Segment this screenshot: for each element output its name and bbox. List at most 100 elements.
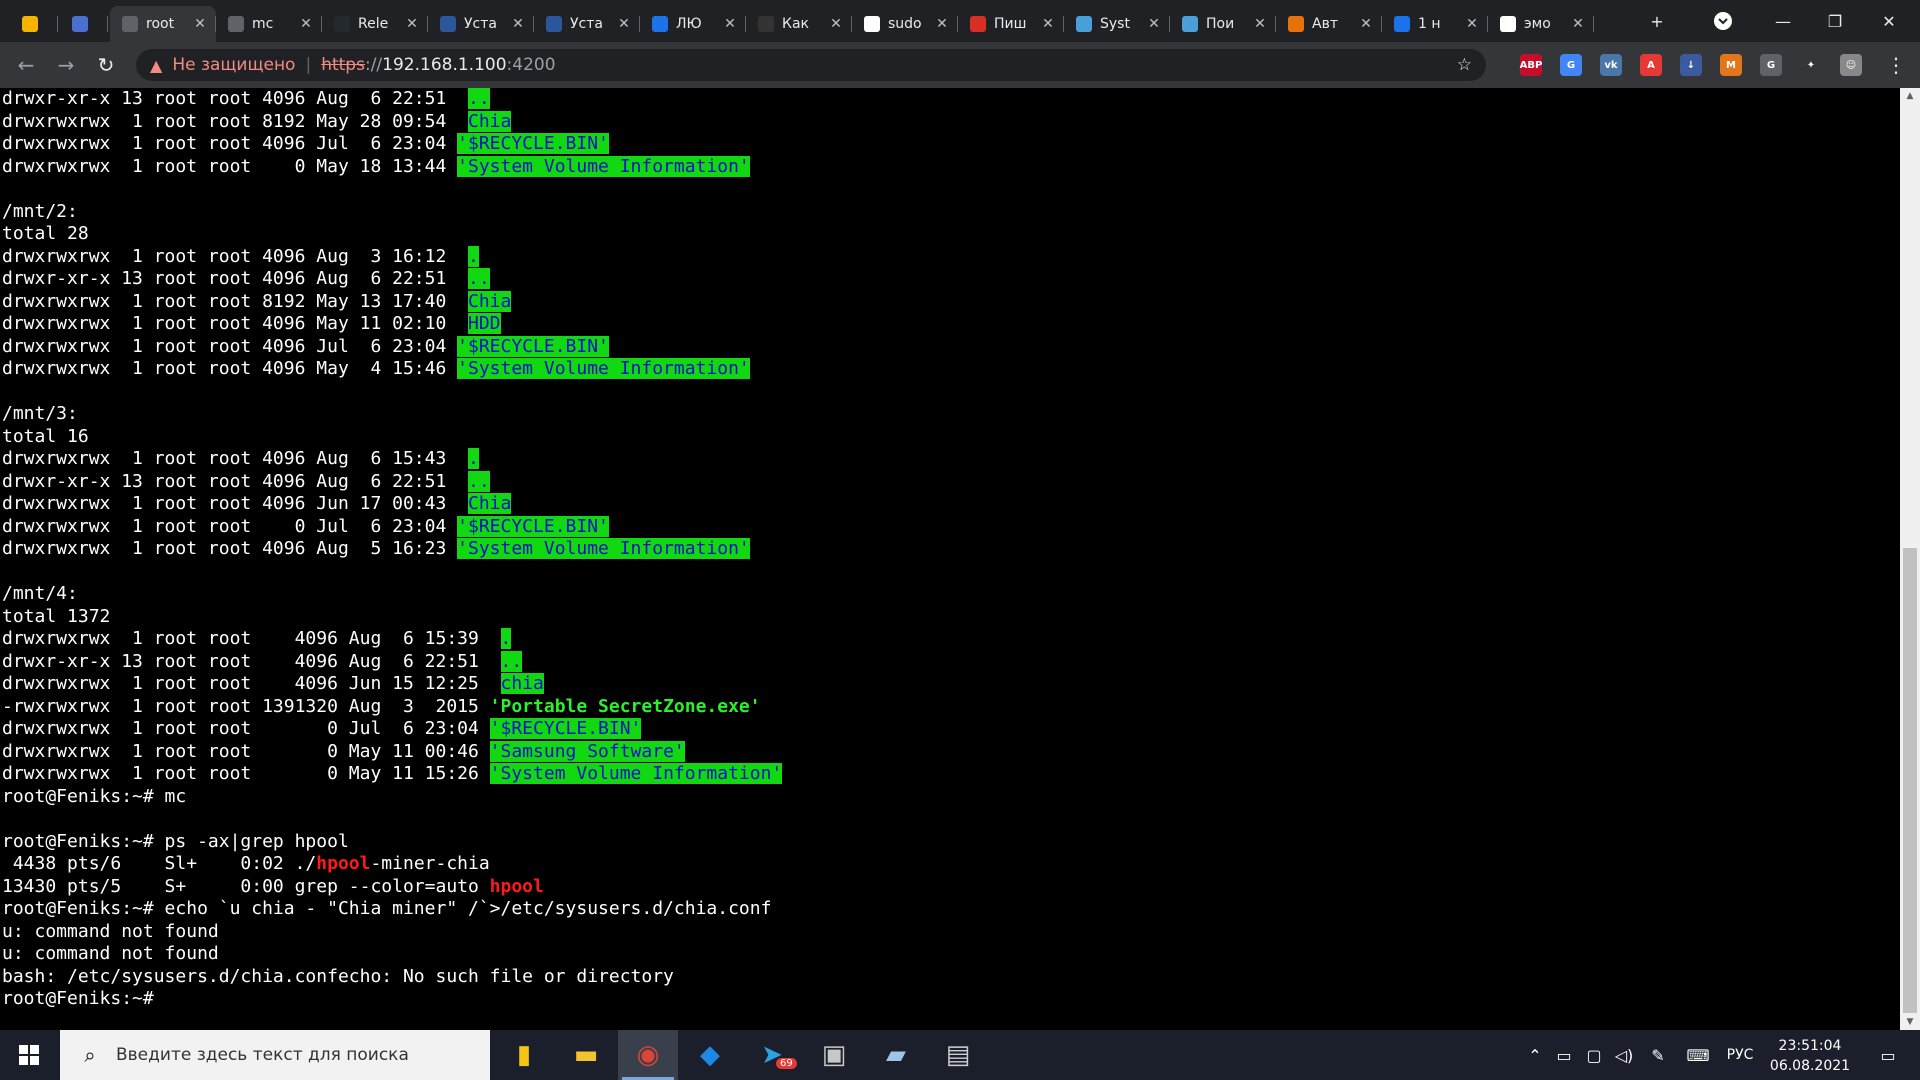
tab-close-icon[interactable]: ✕: [298, 16, 314, 32]
tab-7[interactable]: ЛЮ ✕: [640, 6, 746, 42]
browser-toolbar: ← → ↻ ▲ Не защищено | https://192.168.1.…: [0, 42, 1920, 88]
tab-5[interactable]: Уста ✕: [428, 6, 534, 42]
terminal-line: drwxrwxrwx 1 root root 4096 Jul 6 23:04 …: [2, 335, 609, 357]
tab-11[interactable]: Syst ✕: [1064, 6, 1170, 42]
tab-close-icon[interactable]: ✕: [1464, 16, 1480, 32]
tab-close-icon[interactable]: ✕: [1358, 16, 1374, 32]
terminal-line: root@Feniks:~#: [2, 988, 165, 1009]
terminal-window[interactable]: drwxr-xr-x 13 root root 4096 Aug 6 22:51…: [0, 88, 1900, 1030]
tab-4[interactable]: Rele ✕: [322, 6, 428, 42]
tab-close-icon[interactable]: ✕: [828, 16, 844, 32]
browser-menu-button[interactable]: ⋮: [1882, 51, 1910, 79]
notifications-icon[interactable]: ▭: [1868, 1030, 1908, 1080]
extension-icon[interactable]: vk: [1600, 54, 1622, 76]
tab-12[interactable]: Пои ✕: [1170, 6, 1276, 42]
back-button[interactable]: ←: [12, 51, 40, 79]
tab-close-icon[interactable]: ✕: [1146, 16, 1162, 32]
battery-icon[interactable]: ▭: [1552, 1030, 1576, 1080]
terminal-text: drwxrwxrwx 1 root root 4096 Jun 15 12:25: [2, 673, 501, 694]
taskbar-app-0[interactable]: ▮: [494, 1030, 554, 1080]
extension-icon[interactable]: ☺: [1840, 54, 1862, 76]
pen-icon[interactable]: ✎: [1646, 1030, 1670, 1080]
tab-6[interactable]: Уста ✕: [534, 6, 640, 42]
language-indicator[interactable]: РУС: [1722, 1030, 1758, 1080]
extension-icon[interactable]: ✦: [1800, 54, 1822, 76]
tab-close-icon[interactable]: ✕: [934, 16, 950, 32]
tab-close-icon[interactable]: ✕: [722, 16, 738, 32]
tab-8[interactable]: Как ✕: [746, 6, 852, 42]
extension-icon[interactable]: ABP: [1520, 54, 1542, 76]
tab-3[interactable]: mc ✕: [216, 6, 322, 42]
extension-icon[interactable]: G: [1760, 54, 1782, 76]
terminal-line: /mnt/4:: [2, 583, 78, 604]
system-clock[interactable]: 23:51:04 06.08.2021: [1760, 1036, 1860, 1076]
directory-name: Chia: [468, 290, 512, 312]
google-icon: [1500, 16, 1516, 32]
extension-icon[interactable]: M: [1720, 54, 1742, 76]
taskbar-app-2[interactable]: ◉: [618, 1030, 678, 1080]
terminal-text: /mnt/3:: [2, 403, 78, 424]
tab-close-icon[interactable]: ✕: [1252, 16, 1268, 32]
tab-0[interactable]: [10, 6, 58, 42]
tab-10[interactable]: Пиш ✕: [958, 6, 1064, 42]
tab-9[interactable]: sudo ✕: [852, 6, 958, 42]
terminal-line: drwxrwxrwx 1 root root 4096 Aug 3 16:12 …: [2, 245, 479, 267]
taskbar-app-1[interactable]: ▬: [556, 1030, 616, 1080]
terminal-text: drwxrwxrwx 1 root root 0 Jul 6 23:04: [2, 718, 490, 739]
taskbar-app-6[interactable]: ▰: [866, 1030, 926, 1080]
forward-button[interactable]: →: [52, 51, 80, 79]
show-hidden-icons-chevron[interactable]: ⌃: [1524, 1030, 1546, 1080]
windows-logo-icon: [19, 1045, 39, 1065]
new-tab-button[interactable]: +: [1634, 0, 1680, 42]
taskbar-app-5[interactable]: ▣: [804, 1030, 864, 1080]
tab-2[interactable]: root ✕: [110, 6, 216, 42]
tab-1[interactable]: [60, 6, 108, 42]
terminal-line: drwxrwxrwx 1 root root 4096 May 11 02:10…: [2, 313, 501, 334]
grep-match: hpool: [316, 853, 371, 874]
tab-13[interactable]: Авт ✕: [1276, 6, 1382, 42]
terminal-scrollbar[interactable]: ▲ ▼: [1900, 88, 1920, 1030]
tab-close-icon[interactable]: ✕: [1570, 16, 1586, 32]
extension-icon[interactable]: ↓: [1680, 54, 1702, 76]
tab-close-icon[interactable]: ✕: [192, 16, 208, 32]
scroll-up-icon[interactable]: ▲: [1900, 88, 1920, 104]
taskbar-app-4[interactable]: ➤ 69: [742, 1030, 802, 1080]
taskbar-app-7[interactable]: ▤: [928, 1030, 988, 1080]
tab-close-icon[interactable]: ✕: [1040, 16, 1056, 32]
reload-button[interactable]: ↻: [92, 51, 120, 79]
address-bar[interactable]: ▲ Не защищено | https://192.168.1.100:42…: [136, 49, 1486, 81]
terminal-line: -rwxrwxrwx 1 root root 1391320 Aug 3 201…: [2, 696, 761, 717]
extension-icon[interactable]: A: [1640, 54, 1662, 76]
terminal-line: drwxrwxrwx 1 root root 4096 Aug 5 16:23 …: [2, 538, 750, 559]
terminal-line: total 28: [2, 223, 89, 244]
restore-button[interactable]: ❐: [1812, 0, 1858, 42]
start-button[interactable]: [0, 1030, 58, 1080]
scroll-down-icon[interactable]: ▼: [1900, 1014, 1920, 1030]
n-icon: [970, 16, 986, 32]
terminal-text: root@Feniks:~# echo `u chia - "Chia mine…: [2, 898, 772, 919]
scrollbar-thumb[interactable]: [1903, 548, 1917, 1013]
directory-name: Chia: [468, 493, 512, 514]
close-window-button[interactable]: ✕: [1866, 0, 1912, 42]
taskbar-app-3[interactable]: ◆: [680, 1030, 740, 1080]
minimize-button[interactable]: —: [1760, 0, 1806, 42]
bookmark-star-icon[interactable]: ☆: [1457, 55, 1472, 75]
tab-15[interactable]: эмо ✕: [1488, 6, 1594, 42]
terminal-line: drwxrwxrwx 1 root root 8192 May 28 09:54…: [2, 110, 512, 132]
terminal-output: drwxr-xr-x 13 root root 4096 Aug 6 22:51…: [2, 88, 783, 1011]
taskbar-search-box[interactable]: ⌕ Введите здесь текст для поиска: [60, 1030, 490, 1080]
volume-icon[interactable]: ◁): [1612, 1030, 1636, 1080]
tab-close-icon[interactable]: ✕: [510, 16, 526, 32]
keyboard-icon[interactable]: ⌨: [1682, 1030, 1714, 1080]
tab-14[interactable]: 1 н ✕: [1382, 6, 1488, 42]
tab-label: root: [146, 16, 175, 32]
extension-icon[interactable]: G: [1560, 54, 1582, 76]
tab-close-icon[interactable]: ✕: [404, 16, 420, 32]
directory-name: chia: [500, 673, 544, 694]
tab-close-icon[interactable]: ✕: [616, 16, 632, 32]
minimize-icon: —: [1775, 11, 1791, 31]
tab-separator: [107, 16, 108, 32]
network-icon[interactable]: ▢: [1582, 1030, 1606, 1080]
tab-search-button[interactable]: [1700, 0, 1746, 42]
directory-name: ..: [468, 88, 490, 109]
